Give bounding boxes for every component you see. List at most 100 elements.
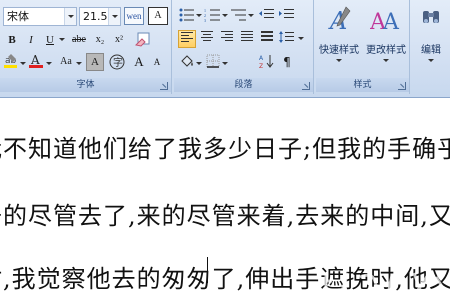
styles-group: A 快速样式 A A 更改样式 样式 <box>316 0 410 94</box>
align-center-icon <box>201 31 213 41</box>
enclose-characters-icon: 字 <box>109 54 125 70</box>
svg-text:A: A <box>259 55 264 62</box>
character-border-icon: A <box>154 10 162 21</box>
document-area[interactable]: 我不知道他们给了我多少日子;但我的手确乎是渐 去的尽管去了,来的尽管来着,去来的… <box>0 99 450 300</box>
justify-button[interactable] <box>238 30 256 48</box>
multilevel-list-dropdown-icon[interactable] <box>248 14 254 17</box>
change-styles-button[interactable]: A A 更改样式 <box>362 3 410 73</box>
font-color-icon: A <box>29 53 43 68</box>
change-case-icon: Aa <box>60 56 72 67</box>
align-center-button[interactable] <box>198 30 216 48</box>
justify-icon <box>241 31 253 41</box>
svg-text:A: A <box>30 53 40 67</box>
change-case-dropdown-icon[interactable] <box>76 62 82 65</box>
bold-icon: B <box>8 34 16 46</box>
bullets-icon <box>179 8 194 22</box>
underline-button[interactable]: U <box>41 31 59 49</box>
align-left-button[interactable] <box>178 30 196 48</box>
align-right-button[interactable] <box>218 30 236 48</box>
line-spacing-dropdown-icon[interactable] <box>298 37 304 40</box>
italic-button[interactable]: I <box>22 31 40 49</box>
change-styles-icon: A A <box>370 10 400 35</box>
strikethrough-icon: abe <box>72 34 86 45</box>
subscript-icon: x₂ <box>95 34 105 45</box>
grow-font-icon: A <box>134 54 144 69</box>
phonetic-guide-button[interactable]: wen <box>124 7 144 25</box>
underline-icon: U <box>46 34 54 46</box>
enclose-characters-button[interactable]: 字 <box>108 53 126 71</box>
character-border-button[interactable]: A <box>148 7 168 25</box>
text-cursor <box>207 257 208 283</box>
line-spacing-button[interactable] <box>278 30 296 48</box>
borders-button[interactable] <box>204 53 222 71</box>
binoculars-icon <box>423 11 439 23</box>
increase-indent-button[interactable] <box>278 8 296 26</box>
subscript-button[interactable]: x₂ <box>91 31 109 49</box>
paragraph-group-label: 段落 <box>174 78 313 92</box>
quick-styles-icon: A <box>328 6 351 35</box>
increase-indent-icon <box>279 9 294 18</box>
paragraph-dialog-launcher-icon[interactable] <box>302 82 310 90</box>
numbering-button[interactable]: 1 2 3 <box>204 8 222 26</box>
font-group: 宋体 21.5 wen A B I U abe x₂ x² ab A Aa A … <box>0 0 172 94</box>
highlighter-icon: ab <box>4 54 17 68</box>
superscript-icon: x² <box>115 34 123 45</box>
shading-dropdown-icon[interactable] <box>196 62 202 65</box>
clear-formatting-button[interactable] <box>132 30 154 50</box>
quick-styles-dropdown-icon <box>336 59 342 62</box>
multilevel-list-icon <box>231 9 246 21</box>
svg-text:3: 3 <box>204 18 206 22</box>
font-color-dropdown-icon[interactable] <box>46 62 52 65</box>
distributed-icon <box>261 31 273 41</box>
borders-icon <box>206 54 220 68</box>
underline-dropdown-icon[interactable] <box>59 38 65 41</box>
show-hide-marks-button[interactable]: ¶ <box>278 53 296 71</box>
styles-dialog-launcher-icon[interactable] <box>398 82 406 90</box>
change-case-button[interactable]: Aa <box>56 53 76 71</box>
character-shading-icon: A <box>91 56 99 68</box>
font-size-combo[interactable]: 21.5 <box>79 7 121 26</box>
document-line-1: 我不知道他们给了我多少日子;但我的手确乎是渐 <box>0 135 450 163</box>
svg-text:A: A <box>382 10 400 35</box>
align-right-icon <box>221 31 233 41</box>
multilevel-list-button[interactable] <box>230 8 248 26</box>
align-left-icon <box>181 32 193 42</box>
font-dialog-launcher-icon[interactable] <box>160 82 168 90</box>
borders-dropdown-icon[interactable] <box>222 62 228 65</box>
font-name-value: 宋体 <box>7 10 29 23</box>
italic-icon: I <box>29 34 33 46</box>
font-size-dropdown-icon[interactable] <box>108 8 120 25</box>
quick-styles-button[interactable]: A 快速样式 <box>316 3 362 73</box>
font-color-button[interactable]: A <box>28 53 44 71</box>
shrink-font-button[interactable]: A <box>148 53 166 71</box>
quick-styles-label: 快速样式 <box>319 45 359 56</box>
strikethrough-button[interactable]: abe <box>68 31 90 49</box>
font-name-dropdown-icon[interactable] <box>64 8 76 25</box>
shading-button[interactable] <box>178 53 196 71</box>
editing-button[interactable]: 编辑 <box>412 3 450 73</box>
paragraph-group: 1 2 3 A Z ¶ 段落 <box>174 0 314 94</box>
document-line-2: 去的尽管去了,来的尽管来着,去来的中间,又怎 <box>0 202 450 230</box>
grow-font-button[interactable]: A <box>130 53 148 71</box>
bullets-button[interactable] <box>178 8 196 26</box>
font-name-combo[interactable]: 宋体 <box>3 7 77 26</box>
font-group-label: 字体 <box>0 78 171 92</box>
pilcrow-icon: ¶ <box>283 55 291 69</box>
superscript-button[interactable]: x² <box>110 31 128 49</box>
svg-text:字: 字 <box>113 56 123 69</box>
numbering-icon: 1 2 3 <box>204 8 220 23</box>
text-highlight-button[interactable]: ab <box>3 53 19 71</box>
highlight-dropdown-icon[interactable] <box>20 62 26 65</box>
clear-formatting-icon <box>134 32 150 47</box>
bold-button[interactable]: B <box>3 31 21 49</box>
decrease-indent-button[interactable] <box>258 8 276 26</box>
sort-button[interactable]: A Z <box>258 53 276 71</box>
distributed-button[interactable] <box>258 30 276 48</box>
bullets-dropdown-icon[interactable] <box>196 14 202 17</box>
numbering-dropdown-icon[interactable] <box>222 14 228 17</box>
character-shading-button[interactable]: A <box>86 53 104 71</box>
line-spacing-icon <box>279 31 294 43</box>
shrink-font-icon: A <box>153 57 161 67</box>
editing-dropdown-icon <box>428 59 434 62</box>
watermark-logo <box>321 272 448 298</box>
